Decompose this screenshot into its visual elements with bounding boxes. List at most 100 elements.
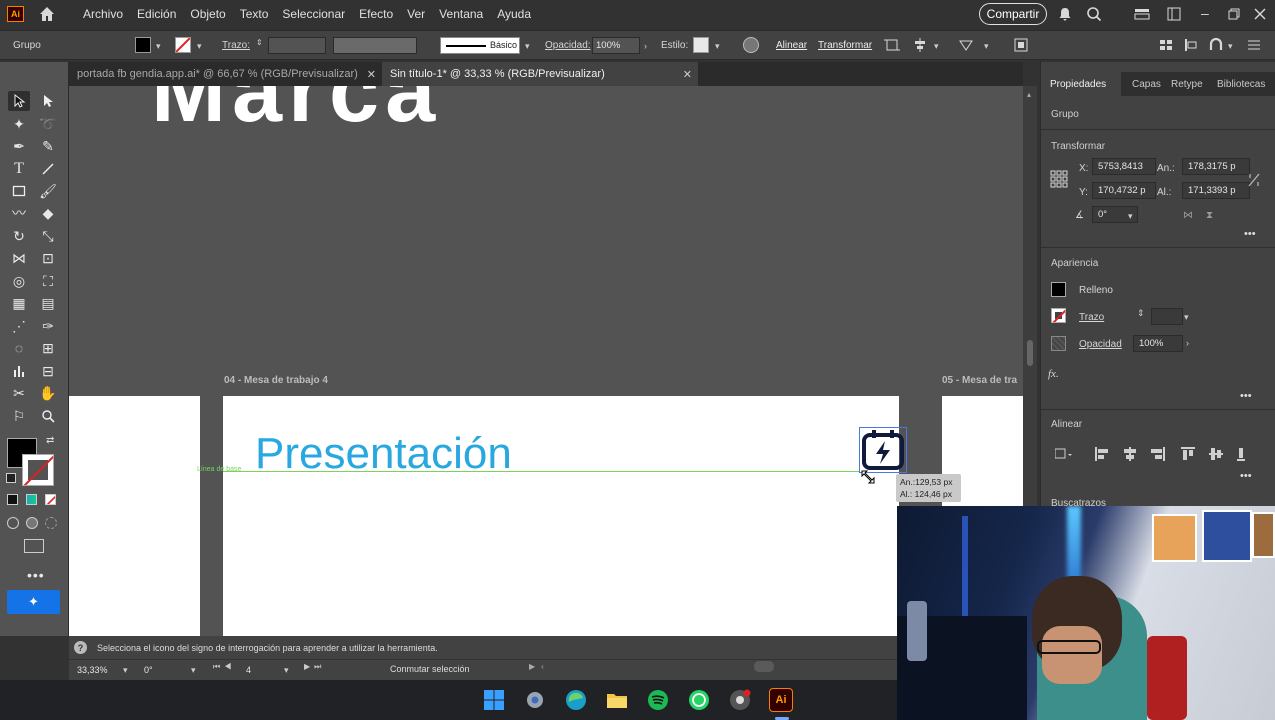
x-input[interactable]: 5753,8413 xyxy=(1092,158,1156,175)
close-icon[interactable] xyxy=(1252,6,1268,22)
stroke-color-swatch[interactable] xyxy=(22,454,54,486)
opacity-input[interactable]: 100% xyxy=(1133,335,1183,352)
shaper-tool-icon[interactable]: 〰 xyxy=(8,203,30,223)
align-options-icon[interactable] xyxy=(912,37,928,53)
gradient-tool-icon[interactable]: ▤ xyxy=(37,293,59,313)
chevron-down-icon[interactable]: ▾ xyxy=(191,666,199,675)
draw-inside-icon[interactable] xyxy=(45,517,57,529)
stroke-swatch[interactable] xyxy=(1051,308,1066,323)
more-options-icon[interactable]: ••• xyxy=(1244,228,1256,240)
stroke-label[interactable]: Trazo: xyxy=(222,40,250,51)
isolate-icon[interactable] xyxy=(958,37,974,53)
menu-seleccionar[interactable]: Seleccionar xyxy=(275,7,352,21)
draw-normal-icon[interactable] xyxy=(7,517,19,529)
chevron-down-icon[interactable]: ▾ xyxy=(197,42,205,51)
stroke-weight-dropdown[interactable] xyxy=(268,37,326,54)
spotify-icon[interactable] xyxy=(646,688,670,712)
opacity-label[interactable]: Opacidad: xyxy=(545,40,591,51)
magic-wand-icon[interactable]: ✦ xyxy=(8,114,30,134)
edge-icon[interactable] xyxy=(564,688,588,712)
stepper-icon[interactable]: ⇕ xyxy=(1137,308,1145,319)
selected-icon-group[interactable] xyxy=(859,427,907,473)
restore-icon[interactable] xyxy=(1226,6,1242,22)
draw-behind-icon[interactable] xyxy=(26,517,38,529)
scrollbar-thumb[interactable] xyxy=(1027,340,1033,366)
menu-objeto[interactable]: Objeto xyxy=(183,7,232,21)
chevron-down-icon[interactable]: ▾ xyxy=(1184,313,1192,322)
edit-toolbar-icon[interactable]: ••• xyxy=(27,567,45,583)
selection-tool-icon[interactable] xyxy=(8,91,30,111)
brush-dropdown[interactable]: Básico xyxy=(440,37,520,54)
artboard-options-icon[interactable] xyxy=(1013,37,1029,53)
color-mode-icon[interactable] xyxy=(7,494,18,505)
chevron-down-icon[interactable]: ▾ xyxy=(525,42,533,51)
lasso-icon[interactable]: ➰ xyxy=(37,114,59,134)
swap-fill-stroke-icon[interactable]: ⇄ xyxy=(46,435,54,446)
transform-each-icon[interactable] xyxy=(884,37,900,53)
default-colors-icon[interactable] xyxy=(6,473,16,483)
menu-texto[interactable]: Texto xyxy=(233,7,276,21)
chevron-down-icon[interactable]: ▾ xyxy=(1128,212,1136,221)
help-icon[interactable]: ? xyxy=(74,641,87,654)
tab-sin-titulo[interactable]: Sin título-1* @ 33,33 % (RGB/Previsualiz… xyxy=(382,62,698,86)
artboard-left[interactable] xyxy=(69,396,200,636)
chrome-icon[interactable] xyxy=(728,688,752,712)
horizontal-scrollbar-thumb[interactable] xyxy=(754,661,774,672)
panel-layout-icon[interactable] xyxy=(1158,37,1174,53)
zoom-input[interactable]: 33,33% xyxy=(72,661,122,678)
live-paint-icon[interactable]: ⛶ xyxy=(37,271,59,291)
canvas-area[interactable]: Marca Presentación Línea de base 04 - Me… xyxy=(69,86,1023,636)
fill-swatch[interactable] xyxy=(135,37,151,53)
opacity-label[interactable]: Opacidad xyxy=(1079,339,1122,350)
eraser-icon[interactable]: ◆ xyxy=(37,203,59,223)
settings-icon[interactable] xyxy=(523,688,547,712)
chevron-down-icon[interactable]: ▾ xyxy=(715,42,723,51)
more-options-icon[interactable]: ••• xyxy=(1240,390,1252,402)
flip-horizontal-icon[interactable]: ⋈ xyxy=(1183,210,1193,221)
menu-efecto[interactable]: Efecto xyxy=(352,7,400,21)
fx-icon[interactable]: fx. xyxy=(1048,368,1059,380)
more-options-icon[interactable]: ••• xyxy=(1240,470,1252,482)
artboard-right-label[interactable]: 05 - Mesa de tra xyxy=(942,375,1017,386)
stroke-label[interactable]: Trazo xyxy=(1079,312,1104,323)
illustrator-icon[interactable]: Ai xyxy=(769,688,793,712)
tab-retype[interactable]: Retype xyxy=(1171,72,1203,96)
artboard-nav-next-icon[interactable]: ▶⏭ xyxy=(304,662,325,672)
home-icon[interactable] xyxy=(37,4,57,24)
rectangle-tool-icon[interactable] xyxy=(8,181,30,201)
windows-start-icon[interactable] xyxy=(482,688,506,712)
direct-selection-tool-icon[interactable] xyxy=(37,91,59,111)
perspective-grid-icon[interactable]: ▦ xyxy=(8,293,30,313)
tab-bibliotecas[interactable]: Bibliotecas xyxy=(1217,72,1266,96)
variable-width-dropdown[interactable] xyxy=(333,37,417,54)
chevron-right-icon[interactable]: › xyxy=(644,42,652,51)
stroke-swatch[interactable] xyxy=(175,37,191,53)
align-link[interactable]: Alinear xyxy=(776,40,807,51)
chevron-down-icon[interactable]: ▾ xyxy=(1228,42,1236,51)
line-tool-icon[interactable] xyxy=(37,159,59,179)
curvature-tool-icon[interactable]: ✎ xyxy=(37,136,59,156)
close-tab-icon[interactable]: ✕ xyxy=(683,68,692,81)
symbol-sprayer-icon[interactable]: ⊞ xyxy=(37,338,59,358)
hand-tool-icon[interactable]: ✋ xyxy=(37,383,59,403)
graph-tool-icon[interactable] xyxy=(8,361,30,381)
scale-tool-icon[interactable]: ⤡ xyxy=(37,226,59,246)
pen-tool-icon[interactable]: ✒ xyxy=(8,136,30,156)
notification-bell-icon[interactable] xyxy=(1057,6,1073,22)
transform-link[interactable]: Transformar xyxy=(818,40,872,51)
rotate-tool-icon[interactable]: ↻ xyxy=(8,226,30,246)
tab-portada[interactable]: portada fb gendia.app.ai* @ 66,67 % (RGB… xyxy=(69,62,382,86)
width-input[interactable]: 178,3175 p xyxy=(1182,158,1250,175)
opacity-input[interactable]: 100% xyxy=(592,37,640,54)
panel-menu-icon[interactable] xyxy=(1246,37,1262,53)
file-explorer-icon[interactable] xyxy=(605,688,629,712)
flip-vertical-icon[interactable]: ⧗ xyxy=(1206,210,1213,221)
magnet-icon[interactable] xyxy=(1208,37,1224,53)
arrange-documents-icon[interactable] xyxy=(1134,6,1150,22)
fill-swatch[interactable] xyxy=(1051,282,1066,297)
chevron-down-icon[interactable]: ▾ xyxy=(123,666,131,675)
chevron-down-icon[interactable]: ▾ xyxy=(156,42,164,51)
constrain-proportions-icon[interactable] xyxy=(1247,172,1261,188)
style-swatch[interactable] xyxy=(693,37,709,53)
recolor-artwork-icon[interactable] xyxy=(743,37,759,53)
